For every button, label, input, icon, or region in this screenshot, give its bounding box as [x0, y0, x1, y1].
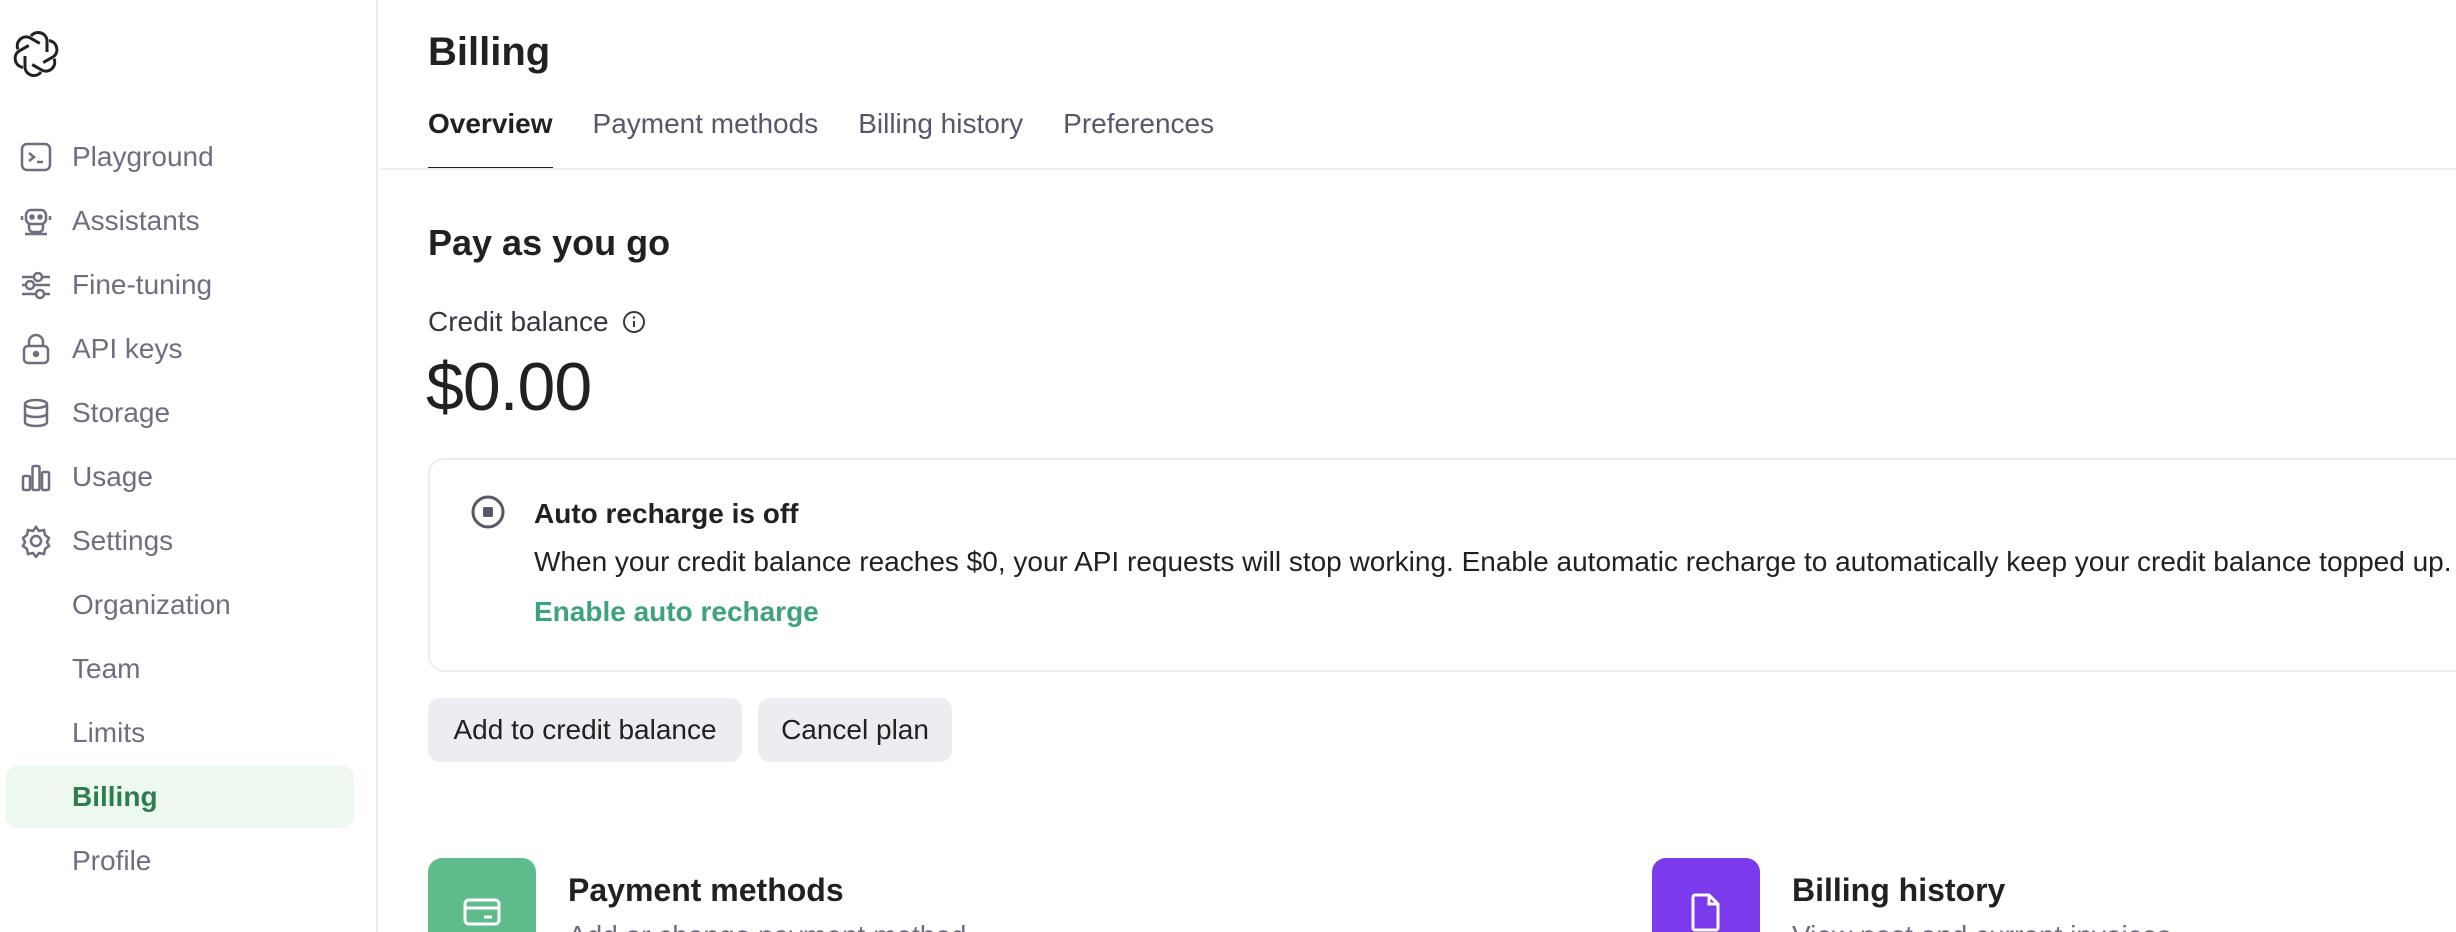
credit-balance-text: Credit balance	[428, 306, 609, 337]
sidebar-item-label: Usage	[72, 461, 153, 492]
bar-chart-icon	[18, 459, 54, 495]
sidebar-item-label: Playground	[72, 141, 214, 172]
auto-recharge-card: Auto recharge is off When your credit ba…	[428, 458, 2456, 672]
add-to-credit-balance-button[interactable]: Add to credit balance	[428, 698, 742, 762]
tab-overview[interactable]: Overview	[428, 100, 553, 170]
info-icon[interactable]	[621, 309, 647, 335]
enable-auto-recharge-link[interactable]: Enable auto recharge	[534, 596, 819, 628]
sidebar-item-label: Billing	[72, 781, 158, 812]
payment-methods-title: Payment methods	[568, 872, 844, 908]
tabs-divider	[380, 168, 2456, 170]
sidebar-item-label: Profile	[72, 845, 152, 876]
sidebar-item-label: Assistants	[72, 205, 200, 236]
sidebar-item-label: Organization	[72, 589, 231, 620]
sidebar-item-team[interactable]: Team	[6, 638, 354, 700]
section-title: Pay as you go	[428, 222, 671, 263]
tab-bar: Overview Payment methods Billing history…	[428, 100, 1214, 170]
document-icon	[1652, 858, 1760, 932]
sidebar-item-label: Fine-tuning	[72, 269, 213, 300]
sidebar-item-label: Team	[72, 653, 141, 684]
lock-icon	[18, 331, 54, 367]
sidebar-item-assistants[interactable]: Assistants	[6, 190, 354, 252]
robot-icon	[18, 203, 54, 239]
sidebar-item-label: Settings	[72, 525, 174, 556]
page-title: Billing	[428, 30, 551, 74]
credit-card-icon	[428, 858, 536, 932]
sidebar-item-api-keys[interactable]: API keys	[6, 318, 354, 380]
billing-history-description: View past and current invoices	[1792, 920, 2171, 932]
gear-icon	[18, 523, 54, 559]
database-icon	[18, 395, 54, 431]
credit-balance-value: $0.00	[426, 349, 592, 425]
sidebar: Playground Assistants Fine-tuning API ke…	[0, 0, 378, 932]
tab-payment-methods[interactable]: Payment methods	[593, 100, 819, 170]
sidebar-item-playground[interactable]: Playground	[6, 126, 354, 188]
billing-history-title: Billing history	[1792, 872, 2006, 908]
sidebar-item-limits[interactable]: Limits	[6, 702, 354, 764]
credit-balance-label: Credit balance	[428, 306, 647, 338]
sidebar-item-settings[interactable]: Settings	[6, 510, 354, 572]
sidebar-item-label: Limits	[72, 717, 146, 748]
payment-methods-description: Add or change payment method	[568, 920, 966, 932]
openai-logo-icon[interactable]	[10, 28, 62, 80]
auto-recharge-description: When your credit balance reaches $0, you…	[534, 546, 2452, 577]
sidebar-item-label: API keys	[72, 333, 183, 364]
main-content: Billing Overview Payment methods Billing…	[380, 0, 2456, 932]
tab-billing-history[interactable]: Billing history	[858, 100, 1023, 170]
sidebar-item-billing[interactable]: Billing	[6, 766, 354, 828]
terminal-icon	[18, 139, 54, 175]
sidebar-item-label: Storage	[72, 397, 171, 428]
tab-preferences[interactable]: Preferences	[1063, 100, 1214, 170]
sidebar-item-fine-tuning[interactable]: Fine-tuning	[6, 254, 354, 316]
sidebar-item-profile[interactable]: Profile	[6, 830, 354, 892]
cancel-plan-button[interactable]: Cancel plan	[758, 698, 952, 762]
auto-recharge-title: Auto recharge is off	[534, 498, 799, 529]
stop-circle-icon	[470, 494, 506, 530]
sidebar-item-organization[interactable]: Organization	[6, 574, 354, 636]
sidebar-item-usage[interactable]: Usage	[6, 446, 354, 508]
sliders-icon	[18, 267, 54, 303]
sidebar-item-storage[interactable]: Storage	[6, 382, 354, 444]
